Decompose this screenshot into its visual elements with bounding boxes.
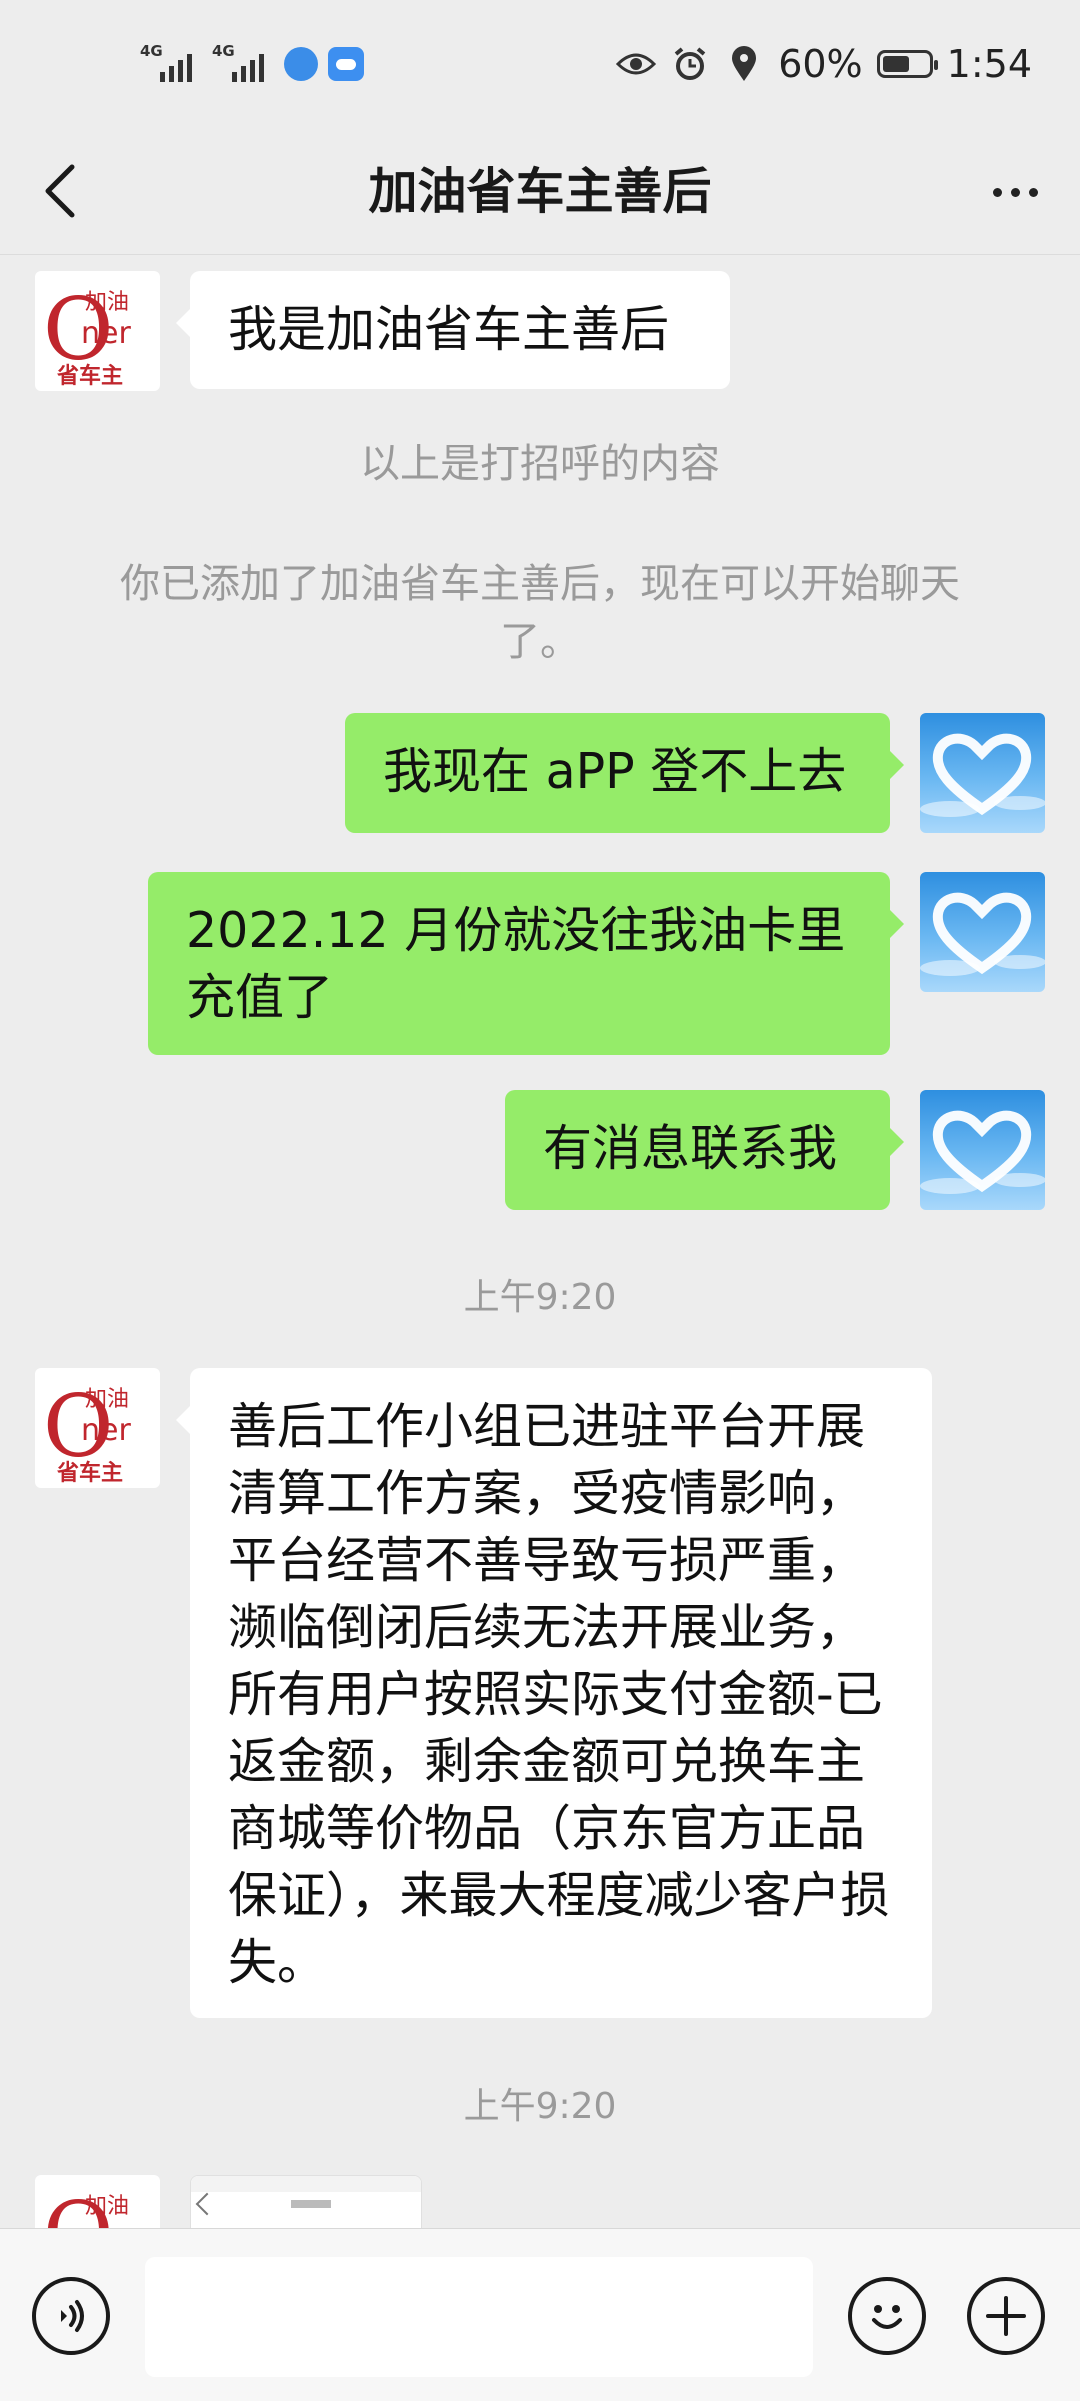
my-avatar[interactable] bbox=[920, 872, 1045, 992]
battery-icon bbox=[876, 50, 938, 78]
battery-fill bbox=[882, 56, 909, 72]
message-input[interactable] bbox=[145, 2257, 813, 2377]
cloud-notification-icon bbox=[328, 47, 364, 81]
incoming-message[interactable]: 我是加油省车主善后 bbox=[176, 271, 730, 389]
emoji-icon bbox=[872, 2305, 902, 2329]
outgoing-message[interactable]: 2022.12 月份就没往我油卡里充值了 bbox=[148, 872, 904, 1055]
cloud-heart-icon bbox=[920, 892, 1045, 976]
plus-icon bbox=[986, 2296, 1026, 2336]
svg-text:加油: 加油 bbox=[85, 2194, 129, 2219]
svg-text:ner: ner bbox=[81, 316, 131, 351]
system-message: 以上是打招呼的内容 bbox=[360, 441, 720, 487]
title-bar: 加油省车主善后 bbox=[0, 130, 1080, 255]
svg-text:省车主: 省车主 bbox=[56, 1460, 123, 1486]
signal-icon: 4G bbox=[140, 44, 202, 84]
contact-avatar[interactable]: O ner 加油 省车主 bbox=[35, 1368, 160, 1488]
alarm-icon bbox=[670, 44, 710, 84]
more-button[interactable] bbox=[980, 160, 1050, 224]
incoming-message[interactable]: 善后工作小组已进驻平台开展清算工作方案，受疫情影响，平台经营不善导致亏损严重，濒… bbox=[176, 1368, 932, 2018]
status-right: 60% 1:54 bbox=[616, 40, 1032, 88]
cloud-heart-icon bbox=[920, 1110, 1045, 1194]
timestamp: 上午9:20 bbox=[463, 2086, 617, 2127]
status-left: 4G 4G bbox=[140, 42, 364, 86]
battery-percent: 60% bbox=[778, 42, 863, 86]
svg-text:ner: ner bbox=[81, 1413, 131, 1448]
location-icon bbox=[724, 44, 764, 84]
my-avatar[interactable] bbox=[920, 1090, 1045, 1210]
outgoing-message[interactable]: 我现在 aPP 登不上去 bbox=[345, 713, 904, 833]
chat-title: 加油省车主善后 bbox=[368, 163, 712, 220]
more-dots-icon bbox=[992, 187, 1002, 197]
emoji-button[interactable] bbox=[848, 2277, 926, 2355]
chat-area[interactable]: O ner 加油 省车主 我是加油省车主善后 以上是打招呼的内容 你已添加了加油… bbox=[0, 255, 1080, 2230]
svg-text:加油: 加油 bbox=[85, 290, 129, 315]
owner-logo-icon: O ner 加油 省车主 bbox=[43, 1377, 131, 1486]
image-message-thumbnail[interactable] bbox=[190, 2175, 422, 2230]
status-bar: 4G 4G 60% 1:54 bbox=[0, 0, 1080, 130]
eye-icon bbox=[616, 44, 657, 84]
owner-logo-icon: O ner 加油 省车主 bbox=[43, 280, 131, 389]
input-bar bbox=[0, 2228, 1080, 2401]
outgoing-message[interactable]: 有消息联系我 bbox=[505, 1090, 904, 1210]
contact-avatar[interactable]: O ner 加油 bbox=[35, 2175, 160, 2230]
plus-button[interactable] bbox=[967, 2277, 1045, 2355]
voice-icon bbox=[61, 2300, 84, 2332]
clock: 1:54 bbox=[946, 42, 1032, 86]
timestamp: 上午9:20 bbox=[463, 1277, 617, 1318]
signal-icon: 4G bbox=[212, 44, 274, 84]
cloud-heart-icon bbox=[920, 733, 1045, 817]
voice-button[interactable] bbox=[32, 2277, 110, 2355]
svg-text:加油: 加油 bbox=[85, 1387, 129, 1412]
browser-notification-icon bbox=[284, 47, 318, 81]
my-avatar[interactable] bbox=[920, 713, 1045, 833]
svg-text:省车主: 省车主 bbox=[56, 363, 123, 389]
owner-logo-icon: O ner 加油 bbox=[43, 2184, 131, 2230]
system-message: 你已添加了加油省车主善后，现在可以开始聊天了。 bbox=[120, 561, 960, 665]
contact-avatar[interactable]: O ner 加油 省车主 bbox=[35, 271, 160, 391]
